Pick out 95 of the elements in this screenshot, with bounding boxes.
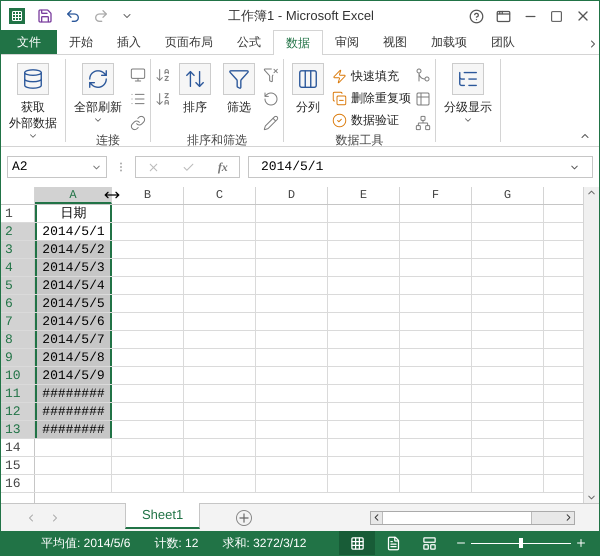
columns-icon[interactable] [297, 68, 319, 90]
insert-function-button[interactable]: fx [218, 158, 228, 176]
ribbon-button[interactable]: 获取 外部数据 [5, 63, 61, 141]
table-cell: 日期 [35, 205, 112, 222]
column-header[interactable]: C [184, 187, 256, 204]
sort-icon[interactable] [184, 68, 206, 90]
link-icon[interactable] [130, 115, 146, 131]
row-header[interactable]: 9 [1, 349, 35, 366]
sheet-tab[interactable]: Sheet1 [125, 502, 200, 528]
table-cell: ######## [35, 385, 112, 402]
ribbon-button[interactable]: 分列 [288, 63, 328, 115]
row-header[interactable]: 7 [1, 313, 35, 330]
status-text: 计数: 12 [154, 535, 198, 552]
zoom-in-icon[interactable] [575, 537, 587, 549]
save-icon[interactable] [37, 8, 53, 24]
ribbon-display-icon[interactable] [496, 8, 511, 24]
ribbon-tab[interactable]: 数据 [273, 30, 323, 55]
ribbon-tab[interactable]: 审阅 [323, 30, 371, 54]
normal-view-button[interactable] [339, 531, 375, 555]
ribbon-tab[interactable]: 视图 [371, 30, 419, 54]
check-circle-icon[interactable] [332, 112, 347, 128]
group-label: 排序和筛选 [186, 132, 248, 149]
row-header[interactable]: 2 [1, 223, 35, 240]
pencil-icon[interactable] [263, 115, 279, 131]
reapply-icon[interactable] [263, 91, 279, 107]
ribbon-button[interactable]: 快速填充 [332, 67, 411, 85]
clear-filter-icon[interactable] [263, 67, 279, 83]
add-sheet-icon[interactable] [236, 510, 252, 526]
sort-ascending-icon[interactable] [155, 67, 171, 83]
merge-icon[interactable] [415, 67, 431, 83]
table-cell: ######## [35, 421, 112, 438]
column-header[interactable]: E [328, 187, 400, 204]
table-cell: 2014/5/9 [35, 367, 112, 384]
row-header[interactable]: 6 [1, 295, 35, 312]
formula-field[interactable]: 2014/5/1 [248, 156, 593, 178]
page-icon [386, 536, 400, 550]
row-header[interactable]: 3 [1, 241, 35, 258]
help-icon[interactable] [469, 8, 484, 24]
hierarchy-icon[interactable] [415, 115, 431, 131]
flash-icon[interactable] [332, 68, 347, 84]
row-header[interactable]: 13 [1, 421, 35, 438]
table-cell: 2014/5/6 [35, 313, 112, 330]
status-text: 平均值: 2014/5/6 [41, 535, 130, 552]
name-box[interactable]: A2 [7, 156, 107, 178]
file-tab[interactable]: 文件 [1, 30, 57, 54]
horizontal-scrollbar[interactable] [370, 510, 575, 524]
ribbon-button[interactable]: 数据验证 [332, 111, 411, 129]
ribbon-button[interactable]: 删除重复项 [332, 89, 411, 107]
table-cell: 2014/5/4 [35, 277, 112, 294]
ribbon-tab[interactable]: 加载项 [419, 30, 479, 54]
group-label: 连接 [95, 132, 121, 149]
ribbon-tab[interactable]: 公式 [225, 30, 273, 54]
filter-icon[interactable] [228, 68, 250, 90]
window-title: 工作簿1 - Microsoft Excel [227, 7, 375, 26]
ribbon-button[interactable]: 筛选 [219, 63, 259, 115]
table-cell: 2014/5/3 [35, 259, 112, 276]
row-header[interactable]: 5 [1, 277, 35, 294]
ribbon-button[interactable]: 分级显示 [440, 63, 496, 125]
row-header[interactable]: 4 [1, 259, 35, 276]
column-header[interactable]: B [112, 187, 184, 204]
grid-icon [350, 536, 364, 550]
row-header[interactable]: 11 [1, 385, 35, 402]
ribbon-tab[interactable]: 插入 [105, 30, 153, 54]
row-header[interactable]: 10 [1, 367, 35, 384]
table-icon[interactable] [415, 91, 431, 107]
column-header[interactable]: A [35, 187, 112, 204]
sort-descending-icon[interactable] [155, 91, 171, 107]
undo-icon[interactable] [65, 8, 81, 24]
database-icon[interactable] [22, 68, 44, 90]
ribbon-tab[interactable]: 开始 [57, 30, 105, 54]
column-header[interactable]: D [256, 187, 328, 204]
ribbon-tab[interactable]: 页面布局 [153, 30, 225, 54]
maximize-icon[interactable] [550, 10, 563, 22]
ribbon-tab[interactable]: 团队 [479, 30, 527, 54]
layout-icon [422, 536, 436, 550]
monitor-icon[interactable] [130, 67, 146, 83]
ribbon-button[interactable]: 排序 [175, 63, 215, 115]
table-cell: ######## [35, 403, 112, 420]
table-cell: 2014/5/5 [35, 295, 112, 312]
table-cell: 2014/5/8 [35, 349, 112, 366]
status-text: 求和: 3272/3/12 [222, 535, 306, 552]
column-header[interactable]: G [472, 187, 544, 204]
excel-logo-icon [9, 8, 25, 24]
table-cell: 2014/5/2 [35, 241, 112, 258]
row-header[interactable]: 12 [1, 403, 35, 420]
refresh-icon[interactable] [87, 68, 109, 90]
table-cell: 2014/5/7 [35, 331, 112, 348]
zoom-slider-thumb[interactable] [519, 538, 523, 548]
table-cell: 2014/5/1 [35, 223, 112, 240]
column-header[interactable]: F [400, 187, 472, 204]
group-label: 数据工具 [334, 132, 384, 149]
remove-duplicates-icon[interactable] [332, 90, 347, 106]
vertical-scrollbar[interactable] [583, 187, 599, 503]
ribbon-button[interactable]: 全部刷新 [70, 63, 126, 125]
row-header[interactable]: 8 [1, 331, 35, 348]
